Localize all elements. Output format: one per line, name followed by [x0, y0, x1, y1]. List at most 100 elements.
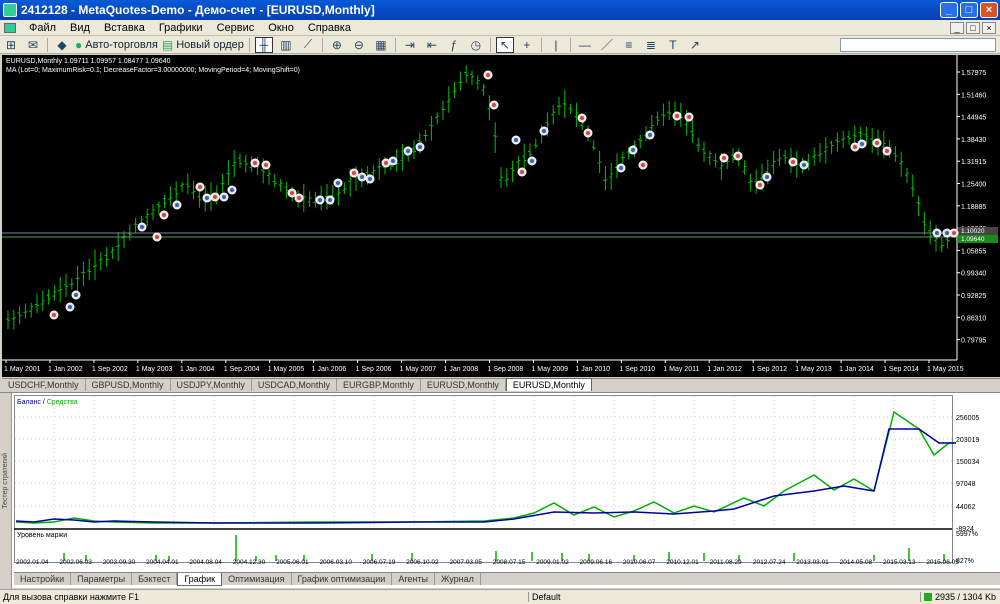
- price-axis-label: 1.31915: [961, 159, 986, 166]
- time-axis-label: 1 Sep 2008: [487, 366, 523, 373]
- time-axis-label: 1 Sep 2006: [356, 366, 392, 373]
- shapes-icon[interactable]: ↗: [686, 37, 704, 53]
- chart-tab-usdchf[interactable]: USDCHF,Monthly: [2, 379, 86, 391]
- chart-window-icon[interactable]: [4, 22, 16, 33]
- trade-marker-dot: [765, 175, 769, 179]
- price-axis-label: 0.86310: [961, 315, 986, 322]
- graph-y-label: 203019: [956, 437, 979, 444]
- trade-marker-dot: [68, 305, 72, 309]
- trade-marker-dot: [542, 129, 546, 133]
- price-chart-canvas[interactable]: 1.57975 1.51460 1.44945 1.38430 1.31915 1.254…: [2, 55, 1000, 377]
- time-axis-label: 1 Sep 2012: [751, 366, 787, 373]
- new-order-button[interactable]: ▤ Новый ордер: [162, 37, 244, 53]
- trade-marker-dot: [297, 196, 301, 200]
- bar-chart-icon[interactable]: ╫: [254, 36, 273, 53]
- time-axis-label: 1 May 2001: [4, 366, 41, 373]
- tab-optimization-graph[interactable]: График оптимизации: [292, 573, 393, 585]
- trade-marker-dot: [802, 163, 806, 167]
- time-axis-label: 1 Jan 2010: [575, 366, 610, 373]
- vertical-line-icon[interactable]: |: [547, 37, 565, 53]
- equity-line: [15, 410, 956, 524]
- tester-side-bar[interactable]: Тестер стратегий: [0, 393, 12, 589]
- menu-file[interactable]: Файл: [22, 22, 63, 34]
- time-axis-label: 1 Jan 2006: [312, 366, 347, 373]
- menu-tools[interactable]: Сервис: [210, 22, 262, 34]
- tab-graph[interactable]: График: [177, 573, 223, 586]
- mdi-restore-button[interactable]: □: [966, 21, 980, 34]
- text-icon[interactable]: T: [664, 37, 682, 53]
- graph-date-label: 2011.08.29: [710, 559, 742, 565]
- mdi-close-button[interactable]: ×: [982, 21, 996, 34]
- trendline-icon[interactable]: ／: [598, 37, 616, 53]
- price-axis-label: 0.99340: [961, 271, 986, 278]
- graph-date-label: 2006.10.02: [406, 559, 439, 565]
- tab-settings[interactable]: Настройки: [14, 573, 72, 585]
- metaeditor-icon[interactable]: ◆: [53, 37, 71, 53]
- mdi-minimize-button[interactable]: _: [950, 21, 964, 34]
- line-chart-icon[interactable]: ⟋: [299, 37, 317, 53]
- menu-help[interactable]: Справка: [301, 22, 358, 34]
- tester-graph: Баланс / Средства 256005 203019 150034 97048…: [14, 395, 1000, 565]
- chart-tab-usdjpy[interactable]: USDJPY,Monthly: [171, 379, 252, 391]
- crosshair-icon[interactable]: +: [518, 37, 536, 53]
- graph-date-label: 2015.06.05: [926, 559, 959, 565]
- trade-marker-dot: [758, 183, 762, 187]
- trade-marker-dot: [486, 73, 490, 77]
- autoscroll-icon[interactable]: ⇥: [401, 37, 419, 53]
- trade-marker-dot: [213, 195, 217, 199]
- trade-marker-dot: [885, 149, 889, 153]
- price-axis-label: 1.51460: [961, 92, 986, 99]
- channel-icon[interactable]: ≡: [620, 37, 638, 53]
- chart-tab-usdcad[interactable]: USDCAD,Monthly: [252, 379, 337, 391]
- tab-journal[interactable]: Журнал: [435, 573, 481, 585]
- fibonacci-icon[interactable]: ≣: [642, 37, 660, 53]
- chart-shift-icon[interactable]: ⇤: [423, 37, 441, 53]
- profiles-icon[interactable]: ✉: [24, 37, 42, 53]
- connection-icon: [924, 593, 932, 601]
- trade-marker-dot: [290, 191, 294, 195]
- tab-agents[interactable]: Агенты: [392, 573, 435, 585]
- tab-backtest[interactable]: Бэктест: [132, 573, 178, 585]
- zoom-in-icon[interactable]: ⊕: [328, 37, 346, 53]
- tab-optimization[interactable]: Оптимизация: [222, 573, 292, 585]
- tile-windows-icon[interactable]: ▦: [372, 37, 390, 53]
- price-axis-label: 1.57975: [961, 70, 986, 77]
- time-axis-label: 1 May 2005: [268, 366, 305, 373]
- time-axis-label: 1 Jan 2008: [444, 366, 479, 373]
- price-chart[interactable]: 1.57975 1.51460 1.44945 1.38430 1.31915 1.254…: [2, 55, 1000, 377]
- cursor-icon[interactable]: ↖: [495, 36, 514, 53]
- trade-marker-dot: [336, 181, 340, 185]
- new-chart-icon[interactable]: ⊞: [2, 37, 20, 53]
- trade-marker-dot: [520, 170, 524, 174]
- menu-charts[interactable]: Графики: [152, 22, 210, 34]
- tester-side-label: Тестер стратегий: [2, 453, 9, 509]
- chart-tab-eurusd[interactable]: EURUSD,Monthly: [421, 379, 506, 391]
- minimize-button[interactable]: _: [940, 2, 958, 18]
- trade-marker-dot: [360, 175, 364, 179]
- menu-window[interactable]: Окно: [261, 22, 301, 34]
- close-button[interactable]: ×: [980, 2, 998, 18]
- margin-level-title: Уровень маржи: [17, 532, 67, 539]
- maximize-button[interactable]: □: [960, 2, 978, 18]
- candles-icon[interactable]: ▥: [277, 37, 295, 53]
- tab-inputs[interactable]: Параметры: [71, 573, 133, 585]
- search-input[interactable]: [840, 37, 996, 52]
- time-axis-label: 1 Jan 2012: [707, 366, 742, 373]
- time-axis-label: 1 May 2003: [136, 366, 173, 373]
- autotrading-button[interactable]: ● Авто-торговля: [75, 37, 158, 53]
- graph-date-label: 2005.06.01: [276, 559, 309, 565]
- chart-indicator-params: MA (Lot=0; MaximumRisk=0.1; DecreaseFact…: [6, 67, 300, 74]
- trade-marker-dot: [155, 235, 159, 239]
- menu-insert[interactable]: Вставка: [97, 22, 152, 34]
- chart-tab-eurusd-active[interactable]: EURUSD,Monthly: [505, 378, 592, 391]
- chart-tab-eurgbp[interactable]: EURGBP,Monthly: [337, 379, 421, 391]
- trade-marker-dot: [368, 177, 372, 181]
- trade-marker-dot: [406, 149, 410, 153]
- periods-icon[interactable]: ◷: [467, 37, 485, 53]
- zoom-out-icon[interactable]: ⊖: [350, 37, 368, 53]
- price-axis-label: 0.92825: [961, 293, 986, 300]
- horizontal-line-icon[interactable]: —: [576, 37, 594, 53]
- indicators-icon[interactable]: ƒ: [445, 37, 463, 53]
- chart-tab-gbpusd[interactable]: GBPUSD,Monthly: [86, 379, 171, 391]
- menu-view[interactable]: Вид: [63, 22, 97, 34]
